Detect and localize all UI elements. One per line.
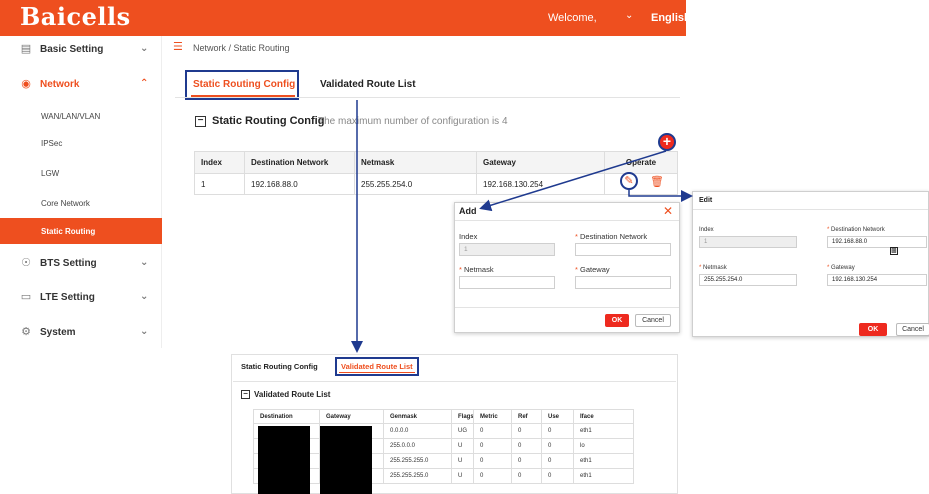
arrow-add-to-dialog [479,150,667,212]
arrow-edit-to-dialog [628,190,693,202]
annotation-arrows [351,100,693,353]
